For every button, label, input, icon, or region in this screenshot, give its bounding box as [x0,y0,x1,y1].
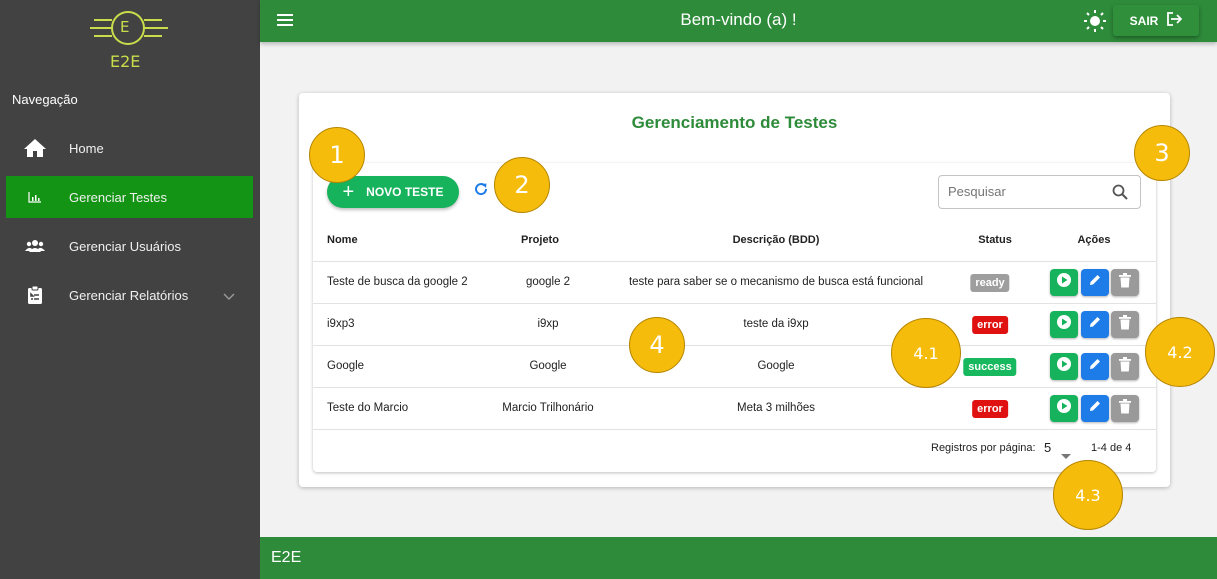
annotation-2: 2 [494,157,550,213]
chevron-down-icon[interactable] [223,289,235,304]
pencil-icon [1088,357,1102,376]
footer: E2E [260,537,1217,579]
trash-icon [1119,356,1131,377]
trash-icon [1119,272,1131,293]
sidebar-item-label: Gerenciar Relatórios [69,287,189,303]
tests-table-panel: + NOVO TESTE Nome Projeto Descrição (BDD… [313,163,1156,472]
pencil-icon [1088,273,1102,292]
trash-icon [1119,398,1131,419]
table-row: Teste do Marcio Marcio Trilhonário Meta … [313,387,1156,429]
search-icon[interactable] [1112,184,1128,205]
rows-per-page-label: Registros por página: [931,442,1036,454]
table-row: Teste de busca da google 2 google 2 test… [313,261,1156,303]
run-button[interactable] [1050,395,1078,422]
table-divider [313,429,1156,430]
edit-button[interactable] [1081,269,1109,296]
top-bar: Bem-vindo (a) ! SAIR [260,0,1217,42]
sidebar-item-label: Gerenciar Testes [69,189,168,205]
sidebar-item-label: Gerenciar Usuários [69,238,181,254]
column-header-projeto[interactable]: Projeto [521,234,559,246]
annotation-4-2: 4.2 [1145,317,1215,387]
cell-nome: Google [327,360,365,372]
logout-icon [1166,11,1183,30]
play-icon [1056,314,1072,335]
column-header-descricao[interactable]: Descrição (BDD) [733,234,820,246]
plus-icon: + [342,180,355,203]
cell-projeto: google 2 [525,276,571,288]
users-icon [10,239,60,253]
run-button[interactable] [1050,311,1078,338]
sidebar-item-label: Home [69,140,104,156]
clipboard-icon [10,285,60,305]
cell-descricao: teste da i9xp [743,318,809,330]
play-icon [1056,356,1072,377]
run-button[interactable] [1050,353,1078,380]
column-header-status[interactable]: Status [978,234,1012,246]
logo-letter: E [120,18,130,36]
status-badge: success [963,358,1017,376]
cell-nome: i9xp3 [327,318,355,330]
table-row: Google Google Google success [313,345,1156,387]
footer-text: E2E [271,549,302,566]
annotation-4-1: 4.1 [891,318,961,388]
annotation-1: 1 [309,127,365,183]
table-row: i9xp3 i9xp teste da i9xp error [313,303,1156,345]
column-header-acoes: Ações [1077,234,1111,246]
cell-nome: Teste do Marcio [327,402,409,414]
trash-icon [1119,314,1131,335]
search-field[interactable] [938,175,1141,209]
sair-label: SAIR [1129,13,1159,28]
new-test-label: NOVO TESTE [366,185,444,199]
annotation-4-3: 4.3 [1053,460,1123,530]
sidebar: E E2E Navegação Home Gerenciar Testes Ge… [0,0,260,579]
sidebar-item-gerenciar-testes[interactable]: Gerenciar Testes [6,176,253,218]
annotation-4: 4 [629,317,685,373]
column-header-nome[interactable]: Nome [327,234,358,246]
delete-button[interactable] [1111,353,1139,380]
annotation-3: 3 [1134,125,1190,181]
sair-button[interactable]: SAIR [1113,5,1199,36]
cell-projeto: Marcio Trilhonário [502,402,594,414]
cell-descricao: Meta 3 milhões [737,402,815,414]
cell-nome: Teste de busca da google 2 [327,276,468,288]
rows-per-page-select[interactable]: 5 [1044,440,1051,455]
home-icon [10,138,60,158]
delete-button[interactable] [1111,311,1139,338]
edit-button[interactable] [1081,353,1109,380]
refresh-icon[interactable] [473,181,489,202]
delete-button[interactable] [1111,269,1139,296]
status-badge: error [972,316,1008,334]
status-badge: error [972,400,1008,418]
cell-descricao: Google [757,360,795,372]
delete-button[interactable] [1111,395,1139,422]
search-input[interactable] [948,184,1098,199]
page-title: Gerenciamento de Testes [631,113,838,132]
status-badge: ready [970,274,1010,292]
play-icon [1056,272,1072,293]
edit-button[interactable] [1081,395,1109,422]
sidebar-item-home[interactable]: Home [6,127,253,169]
edit-button[interactable] [1081,311,1109,338]
cell-projeto: Google [529,360,567,372]
nav-title: Navegação [12,92,78,107]
cell-descricao: teste para saber se o mecanismo de busca… [628,276,924,288]
play-icon [1056,398,1072,419]
cell-projeto: i9xp [537,318,559,330]
welcome-title: Bem-vindo (a) ! [680,10,797,29]
bar-chart-icon [10,191,60,203]
sidebar-item-gerenciar-usuarios[interactable]: Gerenciar Usuários [6,225,253,267]
tests-card: Gerenciamento de Testes + NOVO TESTE Nom… [299,93,1170,487]
sun-icon[interactable] [1084,10,1106,37]
pencil-icon [1088,399,1102,418]
logo-text: E2E [110,52,141,71]
caret-down-icon[interactable] [1061,447,1071,465]
run-button[interactable] [1050,269,1078,296]
pencil-icon [1088,315,1102,334]
e2e-logo: E E2E [90,6,170,76]
sidebar-item-gerenciar-relatorios[interactable]: Gerenciar Relatórios [6,274,253,316]
pagination-range: 1-4 de 4 [1091,442,1132,454]
